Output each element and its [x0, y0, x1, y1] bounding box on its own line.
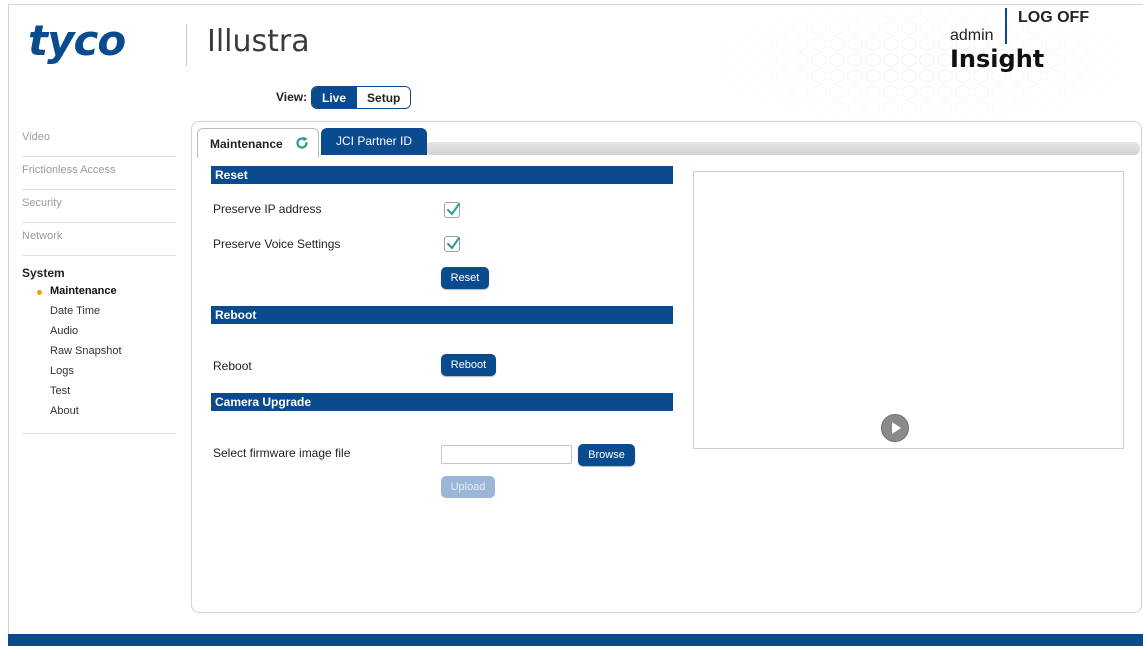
camera-upgrade-section-header: Camera Upgrade: [211, 393, 673, 411]
sidebar-subitem-raw-snapshot[interactable]: Raw Snapshot: [22, 345, 176, 365]
browse-button[interactable]: Browse: [578, 444, 635, 466]
reboot-button[interactable]: Reboot: [441, 354, 496, 376]
view-label: View:: [276, 90, 308, 104]
product-name: Illustra: [207, 24, 310, 59]
preserve-ip-label: Preserve IP address: [213, 202, 322, 216]
tab-strip: [425, 142, 1140, 155]
sidebar-item-video[interactable]: Video: [22, 124, 176, 157]
view-live-button[interactable]: Live: [312, 87, 357, 108]
play-icon[interactable]: [880, 413, 910, 443]
upload-button[interactable]: Upload: [441, 476, 495, 498]
tab-jci-partner-id[interactable]: JCI Partner ID: [321, 128, 427, 155]
tab-maintenance-label: Maintenance: [210, 137, 283, 151]
refresh-icon[interactable]: [295, 136, 309, 150]
firmware-file-label: Select firmware image file: [213, 446, 351, 460]
tyco-logo: tyco: [28, 16, 126, 65]
logoff-link[interactable]: LOG OFF: [1018, 9, 1089, 27]
sidebar-subitem-test[interactable]: Test: [22, 385, 176, 405]
footer-bar: [8, 634, 1143, 646]
checkmark-icon: [447, 237, 460, 250]
preserve-voice-label: Preserve Voice Settings: [213, 237, 341, 251]
active-bullet-icon: [37, 290, 42, 295]
sidebar-item-frictionless-access[interactable]: Frictionless Access: [22, 157, 176, 190]
sidebar-subitem-maintenance[interactable]: Maintenance: [22, 285, 176, 305]
sidebar-group-system: System Maintenance Date Time Audio Raw S…: [22, 256, 176, 434]
sidebar-item-security[interactable]: Security: [22, 190, 176, 223]
sidebar-subitem-label: Maintenance: [50, 285, 117, 297]
user-divider: [1005, 8, 1007, 44]
reboot-section-header: Reboot: [211, 306, 673, 324]
preserve-voice-checkbox[interactable]: [444, 236, 460, 252]
current-user: admin: [950, 27, 994, 44]
view-toggle: Live Setup: [311, 86, 412, 109]
sidebar-subitem-date-time[interactable]: Date Time: [22, 305, 176, 325]
tab-maintenance[interactable]: Maintenance: [197, 128, 319, 158]
sidebar-subitem-about[interactable]: About: [22, 405, 176, 425]
logo-divider: [186, 24, 187, 66]
reboot-label: Reboot: [213, 359, 252, 373]
checkmark-icon: [447, 203, 460, 216]
sidebar-item-system[interactable]: System: [22, 266, 176, 280]
sidebar-subitem-audio[interactable]: Audio: [22, 325, 176, 345]
reset-section-header: Reset: [211, 166, 673, 184]
sidebar: Video Frictionless Access Security Netwo…: [22, 124, 176, 434]
insight-brand: Insight: [950, 45, 1045, 73]
reset-button[interactable]: Reset: [441, 267, 489, 289]
sidebar-item-network[interactable]: Network: [22, 223, 176, 256]
preserve-ip-checkbox[interactable]: [444, 202, 460, 218]
video-preview: [693, 171, 1124, 449]
view-setup-button[interactable]: Setup: [356, 87, 411, 108]
sidebar-subitem-logs[interactable]: Logs: [22, 365, 176, 385]
firmware-file-field[interactable]: [441, 445, 572, 464]
